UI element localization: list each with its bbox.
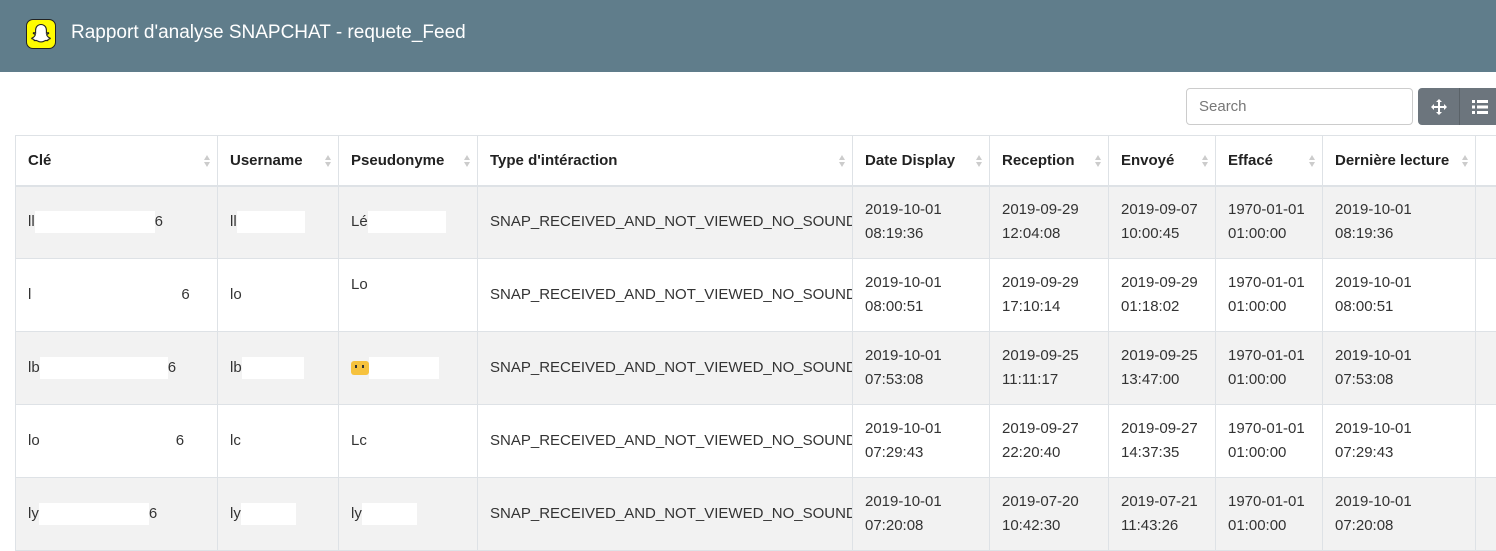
cell-reception: 2019-09-2511:11:17 xyxy=(990,332,1109,405)
cell-type: SNAP_RECEIVED_AND_NOT_VIEWED_NO_SOUND xyxy=(478,186,853,259)
cell-reception: 2019-09-2912:04:08 xyxy=(990,186,1109,259)
cell-efface: 1970-01-0101:00:00 xyxy=(1216,259,1323,332)
cell-type: SNAP_RECEIVED_AND_NOT_VIEWED_NO_SOUND xyxy=(478,478,853,551)
cell-username: ly xyxy=(218,478,339,551)
sort-icon xyxy=(975,153,983,169)
table-row[interactable]: ll6 ll Lé SNAP_RECEIVED_AND_NOT_VIEWED_N… xyxy=(16,186,1496,259)
redaction xyxy=(241,503,296,525)
cell-derniere-lecture: 2019-10-0107:20:08 xyxy=(1323,478,1476,551)
redaction xyxy=(242,357,304,379)
cell-derniere-lecture: 2019-10-0108:19:36 xyxy=(1323,186,1476,259)
column-header-pseudonyme[interactable]: Pseudonyme xyxy=(339,136,478,186)
cell-cle: l6 xyxy=(16,259,218,332)
column-header-derniere-lecture[interactable]: Dernière lecture xyxy=(1323,136,1476,186)
sort-icon xyxy=(1461,153,1469,169)
redaction xyxy=(40,357,168,379)
redaction xyxy=(35,211,155,233)
table-row[interactable]: l6 lo Lo SNAP_RECEIVED_AND_NOT_VIEWED_NO… xyxy=(16,259,1496,332)
cell-cle: lo6 xyxy=(16,405,218,478)
arrows-move-icon xyxy=(1431,99,1447,115)
cell-cle: ly6 xyxy=(16,478,218,551)
cell-efface: 1970-01-0101:00:00 xyxy=(1216,405,1323,478)
cell-cle: lb6 xyxy=(16,332,218,405)
column-header-type[interactable]: Type d'intéraction xyxy=(478,136,853,186)
cell-envoye: 2019-09-2901:18:02 xyxy=(1109,259,1216,332)
cell-date-display: 2019-10-0108:19:36 xyxy=(853,186,990,259)
search-input[interactable] xyxy=(1186,88,1413,125)
redaction xyxy=(237,211,305,233)
cell-username: ll xyxy=(218,186,339,259)
cell-extra xyxy=(1476,478,1496,551)
cell-date-display: 2019-10-0108:00:51 xyxy=(853,259,990,332)
sort-icon xyxy=(203,153,211,169)
table-row[interactable]: lb6 lb SNAP_RECEIVED_AND_NOT_VIEWED_NO_S… xyxy=(16,332,1496,405)
cell-envoye: 2019-09-2513:47:00 xyxy=(1109,332,1216,405)
cell-type: SNAP_RECEIVED_AND_NOT_VIEWED_NO_SOUND xyxy=(478,259,853,332)
snapchat-logo-icon xyxy=(26,19,56,49)
cell-efface: 1970-01-0101:00:00 xyxy=(1216,186,1323,259)
cell-cle: ll6 xyxy=(16,186,218,259)
redaction xyxy=(362,503,417,525)
cell-date-display: 2019-10-0107:29:43 xyxy=(853,405,990,478)
sort-icon xyxy=(463,153,471,169)
emoji-icon xyxy=(351,361,369,375)
cell-reception: 2019-07-2010:42:30 xyxy=(990,478,1109,551)
cell-extra xyxy=(1476,259,1496,332)
cell-derniere-lecture: 2019-10-0107:29:43 xyxy=(1323,405,1476,478)
sort-icon xyxy=(324,153,332,169)
table-row[interactable]: ly6 ly ly SNAP_RECEIVED_AND_NOT_VIEWED_N… xyxy=(16,478,1496,551)
table-row[interactable]: lo6 lc Lc SNAP_RECEIVED_AND_NOT_VIEWED_N… xyxy=(16,405,1496,478)
list-view-icon xyxy=(1472,100,1488,114)
cell-efface: 1970-01-0101:00:00 xyxy=(1216,332,1323,405)
cell-extra xyxy=(1476,186,1496,259)
redaction xyxy=(40,430,176,452)
cell-efface: 1970-01-0101:00:00 xyxy=(1216,478,1323,551)
redaction xyxy=(31,284,181,306)
cell-username: lb xyxy=(218,332,339,405)
cell-reception: 2019-09-2917:10:14 xyxy=(990,259,1109,332)
column-header-envoye[interactable]: Envoyé xyxy=(1109,136,1216,186)
column-header-date-display[interactable]: Date Display xyxy=(853,136,990,186)
toggle-view-button[interactable] xyxy=(1459,88,1496,125)
cell-date-display: 2019-10-0107:20:08 xyxy=(853,478,990,551)
cell-envoye: 2019-07-2111:43:26 xyxy=(1109,478,1216,551)
cell-extra xyxy=(1476,332,1496,405)
header-bar: Rapport d'analyse SNAPCHAT - requete_Fee… xyxy=(0,0,1496,72)
cell-pseudonyme: Lé xyxy=(339,186,478,259)
column-header-extra xyxy=(1476,136,1496,186)
cell-extra xyxy=(1476,405,1496,478)
cell-type: SNAP_RECEIVED_AND_NOT_VIEWED_NO_SOUND xyxy=(478,332,853,405)
move-columns-button[interactable] xyxy=(1418,88,1459,125)
cell-pseudonyme: Lo xyxy=(339,259,478,332)
page-title: Rapport d'analyse SNAPCHAT - requete_Fee… xyxy=(71,20,466,46)
column-header-cle[interactable]: Clé xyxy=(16,136,218,186)
redaction xyxy=(368,211,446,233)
table-header-row: Clé Username Pseudonyme Type d'intéracti… xyxy=(16,136,1496,186)
cell-derniere-lecture: 2019-10-0108:00:51 xyxy=(1323,259,1476,332)
sort-icon xyxy=(1201,153,1209,169)
cell-username: lo xyxy=(218,259,339,332)
redaction xyxy=(39,503,149,525)
cell-pseudonyme: ly xyxy=(339,478,478,551)
column-header-reception[interactable]: Reception xyxy=(990,136,1109,186)
cell-username: lc xyxy=(218,405,339,478)
sort-icon xyxy=(838,153,846,169)
sort-icon xyxy=(1094,153,1102,169)
column-header-efface[interactable]: Effacé xyxy=(1216,136,1323,186)
feed-table: Clé Username Pseudonyme Type d'intéracti… xyxy=(15,135,1496,551)
sort-icon xyxy=(1308,153,1316,169)
column-header-username[interactable]: Username xyxy=(218,136,339,186)
cell-derniere-lecture: 2019-10-0107:53:08 xyxy=(1323,332,1476,405)
redaction xyxy=(369,357,439,379)
cell-pseudonyme: Lc xyxy=(339,405,478,478)
cell-type: SNAP_RECEIVED_AND_NOT_VIEWED_NO_SOUND xyxy=(478,405,853,478)
cell-reception: 2019-09-2722:20:40 xyxy=(990,405,1109,478)
cell-pseudonyme xyxy=(339,332,478,405)
cell-envoye: 2019-09-2714:37:35 xyxy=(1109,405,1216,478)
cell-envoye: 2019-09-0710:00:45 xyxy=(1109,186,1216,259)
cell-date-display: 2019-10-0107:53:08 xyxy=(853,332,990,405)
